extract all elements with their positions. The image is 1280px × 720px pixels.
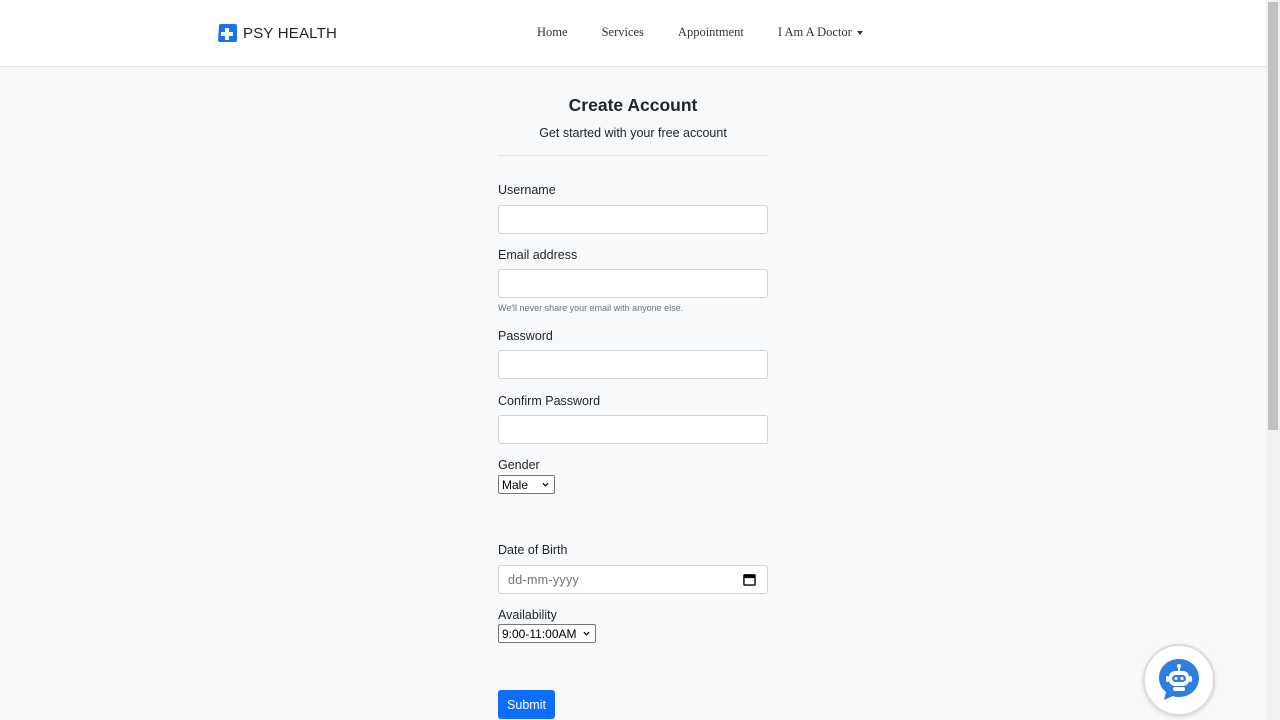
chevron-down-icon: [583, 631, 590, 636]
email-input[interactable]: [498, 269, 768, 298]
gender-value: Male: [502, 477, 529, 492]
email-label: Email address: [498, 248, 578, 262]
gender-select[interactable]: Male: [498, 475, 555, 494]
navbar: PSY HEALTH Home Services Appointment I A…: [0, 0, 1266, 67]
medical-cross-icon: [218, 24, 237, 42]
gender-label: Gender: [498, 458, 540, 472]
scrollbar-thumb[interactable]: [1268, 2, 1278, 430]
brand[interactable]: PSY HEALTH: [216, 22, 337, 44]
nav-home[interactable]: Home: [537, 25, 568, 40]
nav-services[interactable]: Services: [602, 25, 644, 40]
nav-links: Home Services Appointment I Am A Doctor: [537, 25, 863, 40]
dob-input[interactable]: dd-mm-yyyy: [498, 565, 768, 594]
confirm-password-label: Confirm Password: [498, 394, 601, 408]
nav-doctor-label: I Am A Doctor: [777, 25, 852, 39]
dob-label: Date of Birth: [498, 543, 568, 557]
chatbot-button[interactable]: [1143, 644, 1215, 716]
divider: [498, 155, 768, 156]
chevron-down-icon: [542, 482, 549, 487]
calendar-icon[interactable]: [743, 573, 756, 586]
caret-down-icon: [856, 30, 863, 35]
availability-value: 9:00-11:00AM: [502, 626, 577, 641]
password-input[interactable]: [498, 350, 768, 379]
page-subtitle: Get started with your free account: [539, 126, 727, 140]
brand-name: PSY HEALTH: [243, 24, 337, 42]
nav-doctor-dropdown[interactable]: I Am A Doctor: [778, 25, 863, 40]
submit-button[interactable]: Submit: [498, 690, 555, 719]
password-label: Password: [498, 329, 553, 343]
username-label: Username: [498, 183, 556, 197]
confirm-password-input[interactable]: [498, 415, 768, 444]
chatbot-icon: [1159, 659, 1199, 700]
dob-placeholder: dd-mm-yyyy: [508, 572, 580, 587]
availability-label: Availability: [498, 608, 557, 622]
scrollbar[interactable]: [1266, 0, 1280, 720]
email-help-text: We'll never share your email with anyone…: [498, 303, 684, 313]
nav-appointment[interactable]: Appointment: [678, 25, 744, 40]
username-input[interactable]: [498, 205, 768, 234]
availability-select[interactable]: 9:00-11:00AM: [498, 624, 596, 643]
page-title: Create Account: [568, 95, 698, 115]
